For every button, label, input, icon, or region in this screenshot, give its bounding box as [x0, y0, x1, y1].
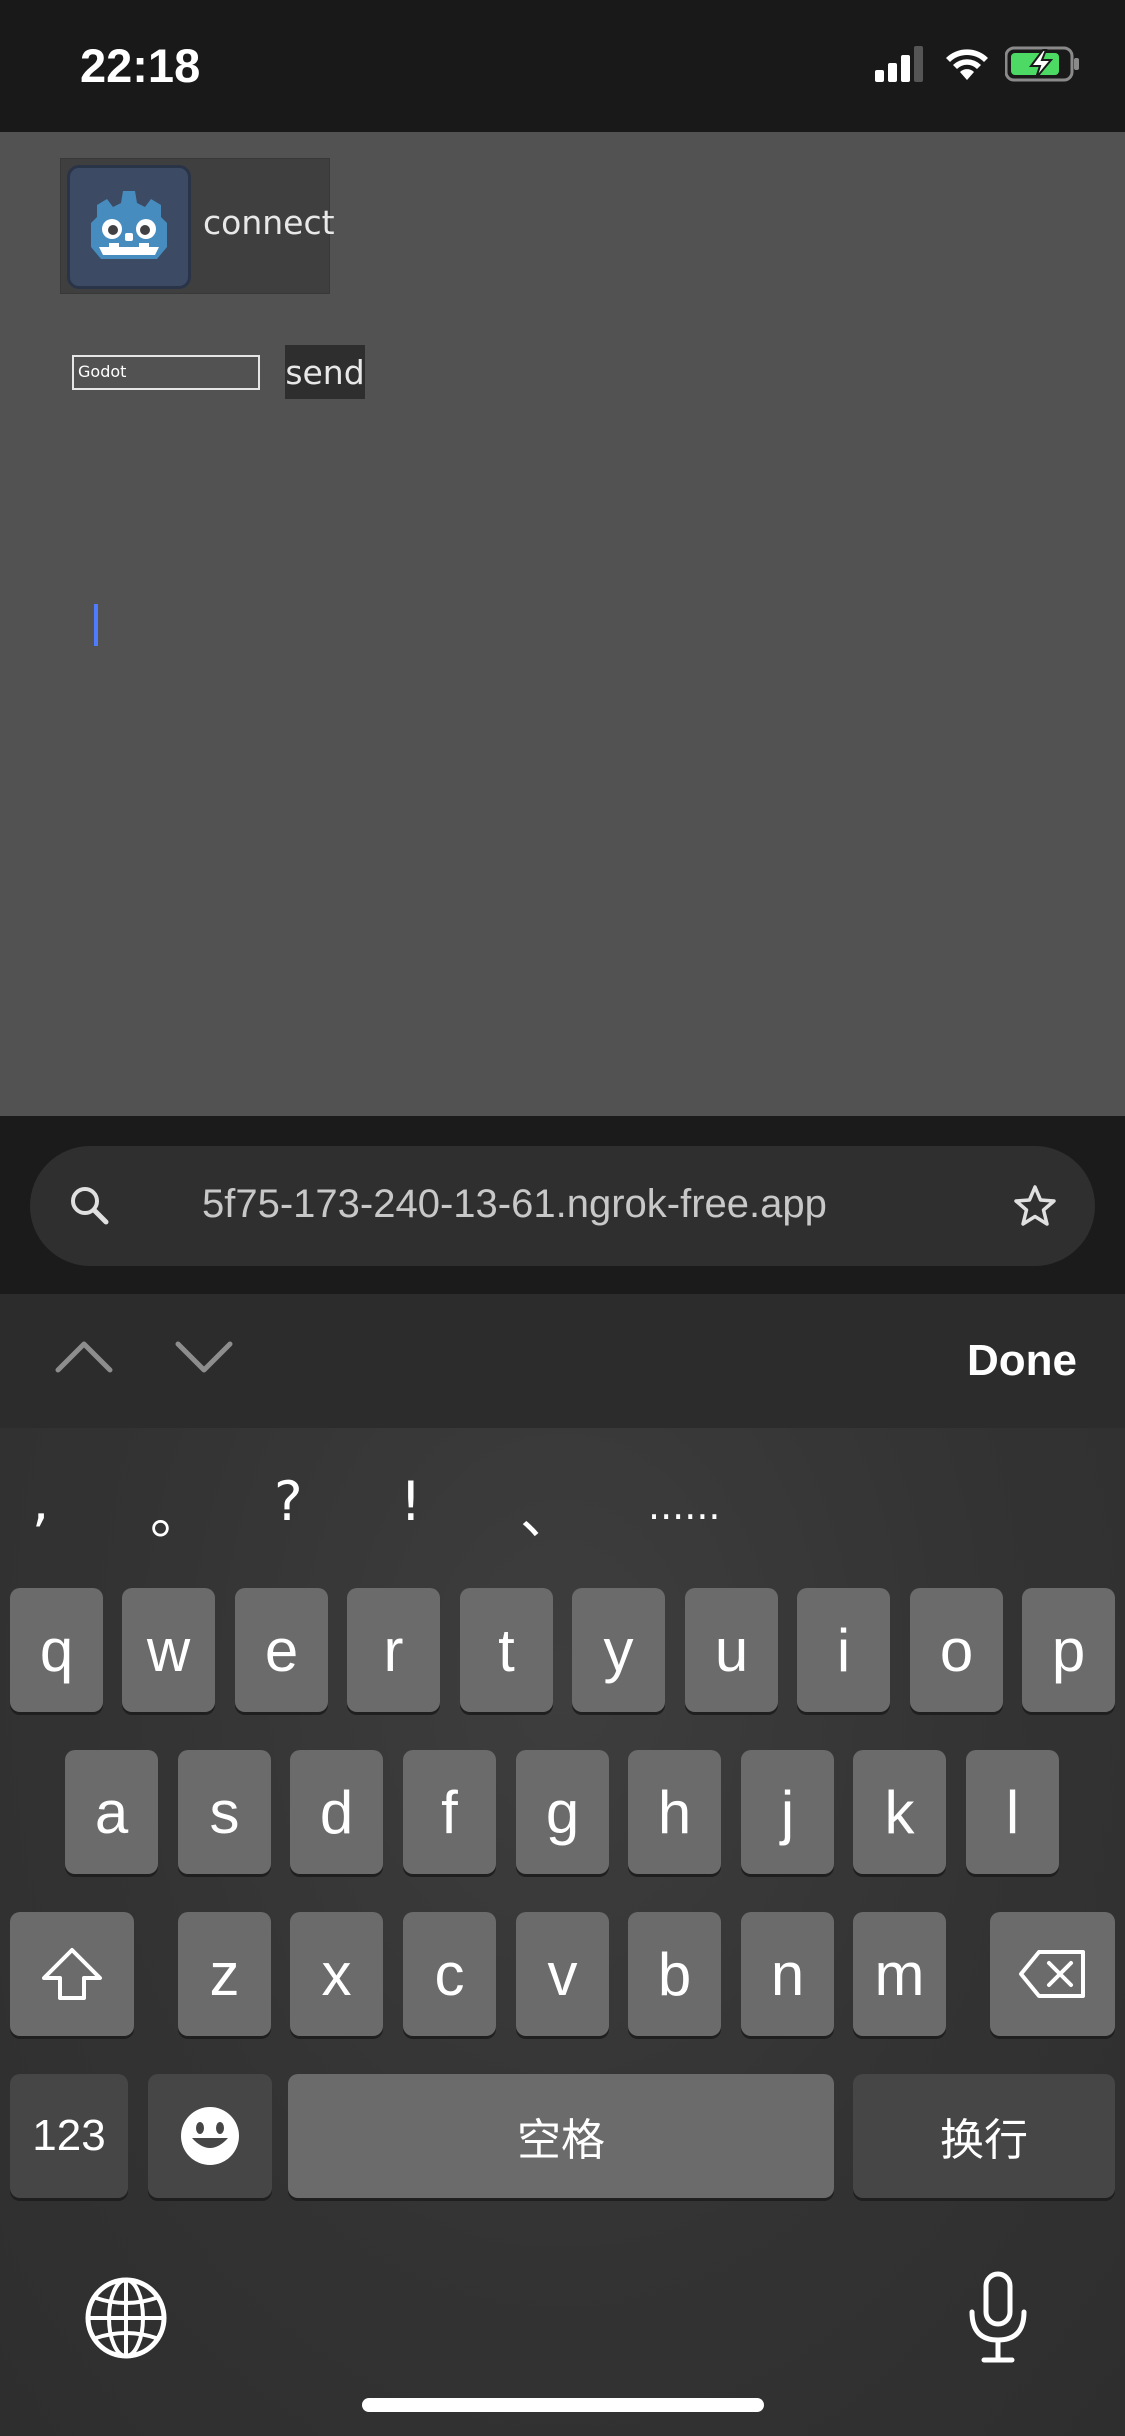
key-k[interactable]: k: [853, 1750, 946, 1874]
key-w[interactable]: w: [122, 1588, 215, 1712]
key-c[interactable]: c: [403, 1912, 496, 2036]
key-p[interactable]: p: [1022, 1588, 1115, 1712]
shift-key[interactable]: [10, 1912, 134, 2036]
phone-screen: 22:18 connect Godot send 5f75-173-240-13…: [0, 0, 1125, 2436]
key-n[interactable]: n: [741, 1912, 834, 2036]
candidate-item[interactable]: ......: [648, 1484, 720, 1528]
chevron-down-icon[interactable]: [172, 1330, 236, 1382]
emoji-key[interactable]: [148, 2074, 272, 2198]
key-v[interactable]: v: [516, 1912, 609, 2036]
return-key[interactable]: 换行: [853, 2074, 1115, 2198]
backspace-icon: [1018, 1950, 1085, 1998]
web-page-content: connect Godot send: [0, 132, 1125, 1116]
key-e[interactable]: e: [235, 1588, 328, 1712]
key-x[interactable]: x: [290, 1912, 383, 2036]
globe-icon[interactable]: [82, 2274, 170, 2362]
key-y[interactable]: y: [572, 1588, 665, 1712]
key-l[interactable]: l: [966, 1750, 1059, 1874]
key-q[interactable]: q: [10, 1588, 103, 1712]
send-button[interactable]: send: [285, 345, 365, 399]
home-indicator[interactable]: [362, 2398, 764, 2412]
key-d[interactable]: d: [290, 1750, 383, 1874]
key-r[interactable]: r: [347, 1588, 440, 1712]
key-j[interactable]: j: [741, 1750, 834, 1874]
candidate-item[interactable]: 、: [520, 1470, 574, 1549]
key-t[interactable]: t: [460, 1588, 553, 1712]
candidate-item[interactable]: ,: [32, 1470, 49, 1533]
battery-charging-icon: [1005, 46, 1079, 82]
cellular-signal-icon: [875, 46, 923, 82]
key-a[interactable]: a: [65, 1750, 158, 1874]
keyboard: , 。 ? ! 、 ...... q w e r t y u i o p a s…: [0, 1428, 1125, 2436]
status-bar: 22:18: [0, 0, 1125, 132]
done-button[interactable]: Done: [967, 1336, 1077, 1386]
connect-button[interactable]: connect: [60, 158, 335, 294]
url-text: 5f75-173-240-13-61.ngrok-free.app: [202, 1182, 827, 1226]
status-time: 22:18: [80, 39, 201, 92]
key-b[interactable]: b: [628, 1912, 721, 2036]
numbers-key[interactable]: 123: [10, 2074, 128, 2198]
space-key[interactable]: 空格: [288, 2074, 834, 2198]
key-f[interactable]: f: [403, 1750, 496, 1874]
key-g[interactable]: g: [516, 1750, 609, 1874]
search-icon: [71, 1187, 109, 1225]
connect-label: connect: [203, 203, 335, 242]
candidate-item[interactable]: !: [400, 1470, 422, 1533]
delete-key[interactable]: [990, 1912, 1115, 2036]
numbers-key-label: 123: [32, 2111, 106, 2160]
key-s[interactable]: s: [178, 1750, 271, 1874]
text-cursor: [94, 604, 98, 646]
address-bar[interactable]: 5f75-173-240-13-61.ngrok-free.app: [30, 1146, 1095, 1266]
candidate-bar: , 。 ? ! 、 ......: [0, 1428, 1125, 1558]
key-i[interactable]: i: [797, 1588, 890, 1712]
bookmark-star-icon[interactable]: [1011, 1182, 1059, 1230]
key-o[interactable]: o: [910, 1588, 1003, 1712]
candidate-item[interactable]: ?: [274, 1470, 303, 1533]
chevron-up-icon[interactable]: [52, 1330, 116, 1382]
godot-logo-icon: [67, 165, 191, 289]
candidate-item[interactable]: 。: [150, 1470, 204, 1549]
key-h[interactable]: h: [628, 1750, 721, 1874]
emoji-icon: [181, 2107, 239, 2165]
message-input[interactable]: Godot: [72, 355, 260, 390]
microphone-icon[interactable]: [962, 2270, 1034, 2366]
keyboard-accessory-bar: Done: [0, 1294, 1125, 1428]
wifi-icon: [946, 49, 988, 80]
key-z[interactable]: z: [178, 1912, 271, 2036]
key-m[interactable]: m: [853, 1912, 946, 2036]
key-u[interactable]: u: [685, 1588, 778, 1712]
shift-arrow-icon: [42, 1948, 102, 2000]
browser-toolbar: 5f75-173-240-13-61.ngrok-free.app: [0, 1116, 1125, 1294]
